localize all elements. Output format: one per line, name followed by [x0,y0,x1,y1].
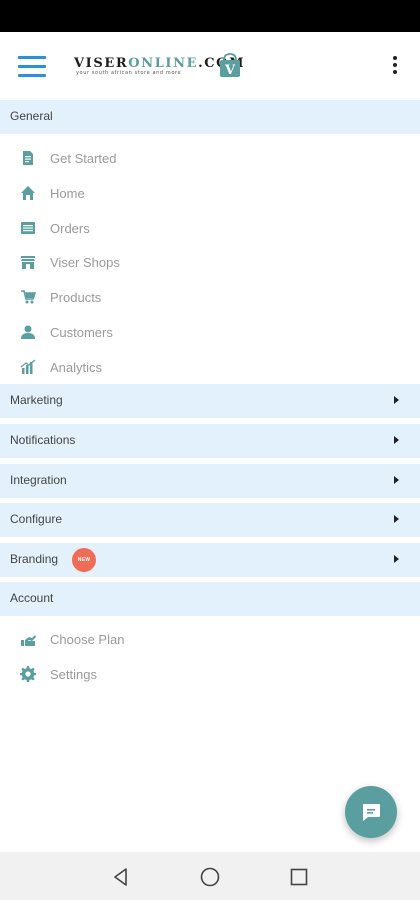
plan-icon [21,635,36,646]
viser-online-logo[interactable]: VISERONLINE.COM your south african store… [74,52,244,82]
back-icon[interactable] [110,866,132,888]
menu-item-products[interactable]: Products [0,280,420,314]
chevron-right-icon [394,555,399,563]
chat-icon [363,804,380,821]
section-configure-label: Configure [10,512,63,526]
menu-item-orders[interactable]: Orders [0,211,420,245]
menu-item-viser-shops[interactable]: Viser Shops [0,245,420,279]
section-notifications-label: Notifications [10,433,76,447]
products-icon [21,290,36,304]
menu-item-home[interactable]: Home [0,176,420,210]
menu-item-label: Products [50,290,102,305]
menu-item-settings[interactable]: Settings [0,657,420,691]
menu-item-label: Get Started [50,151,117,166]
chevron-right-icon [394,476,399,484]
section-general: General [0,100,420,134]
orders-icon [21,222,35,234]
app-bar: VISERONLINE.COM your south african store… [0,32,420,102]
gear-icon [20,666,36,682]
section-account: Account [0,582,420,616]
menu-item-customers[interactable]: Customers [0,315,420,349]
section-branding[interactable]: Branding NEW [0,543,420,577]
menu-item-label: Home [50,186,85,201]
recents-square-icon[interactable] [288,866,310,888]
document-icon [23,151,33,165]
section-account-label: Account [10,591,54,605]
menu-item-label: Settings [50,667,97,682]
menu-item-analytics[interactable]: Analytics [0,350,420,384]
menu-item-label: Analytics [50,360,103,375]
new-badge: NEW [72,548,96,572]
chevron-right-icon [394,515,399,523]
home-icon [21,186,35,200]
logo-tagline: your south african store and more [76,70,182,76]
section-branding-label: Branding [10,552,59,566]
analytics-icon [20,359,36,374]
menu-item-choose-plan[interactable]: Choose Plan [0,622,420,656]
section-configure[interactable]: Configure [0,503,420,537]
menu-item-label: Customers [50,325,113,340]
chevron-right-icon [394,396,399,404]
system-navigation-bar [0,852,420,900]
chat-button[interactable] [345,786,397,838]
section-integration[interactable]: Integration [0,464,420,498]
svg-text:V: V [224,63,236,78]
menu-item-label: Viser Shops [50,255,120,270]
menu-item-label: Orders [50,221,90,236]
hamburger-menu-icon[interactable] [18,56,46,78]
section-marketing-label: Marketing [10,393,63,407]
home-circle-icon[interactable] [199,866,221,888]
customer-icon [21,325,35,339]
chevron-right-icon [394,436,399,444]
section-notifications[interactable]: Notifications [0,424,420,458]
section-marketing[interactable]: Marketing [0,384,420,418]
more-options-icon[interactable] [390,56,400,78]
section-general-label: General [10,109,53,123]
menu-item-get-started[interactable]: Get Started [0,141,420,175]
shopping-bag-icon: V [220,53,240,78]
store-icon [21,256,35,269]
section-integration-label: Integration [10,473,67,487]
status-bar [0,0,420,32]
menu-item-label: Choose Plan [50,632,125,647]
